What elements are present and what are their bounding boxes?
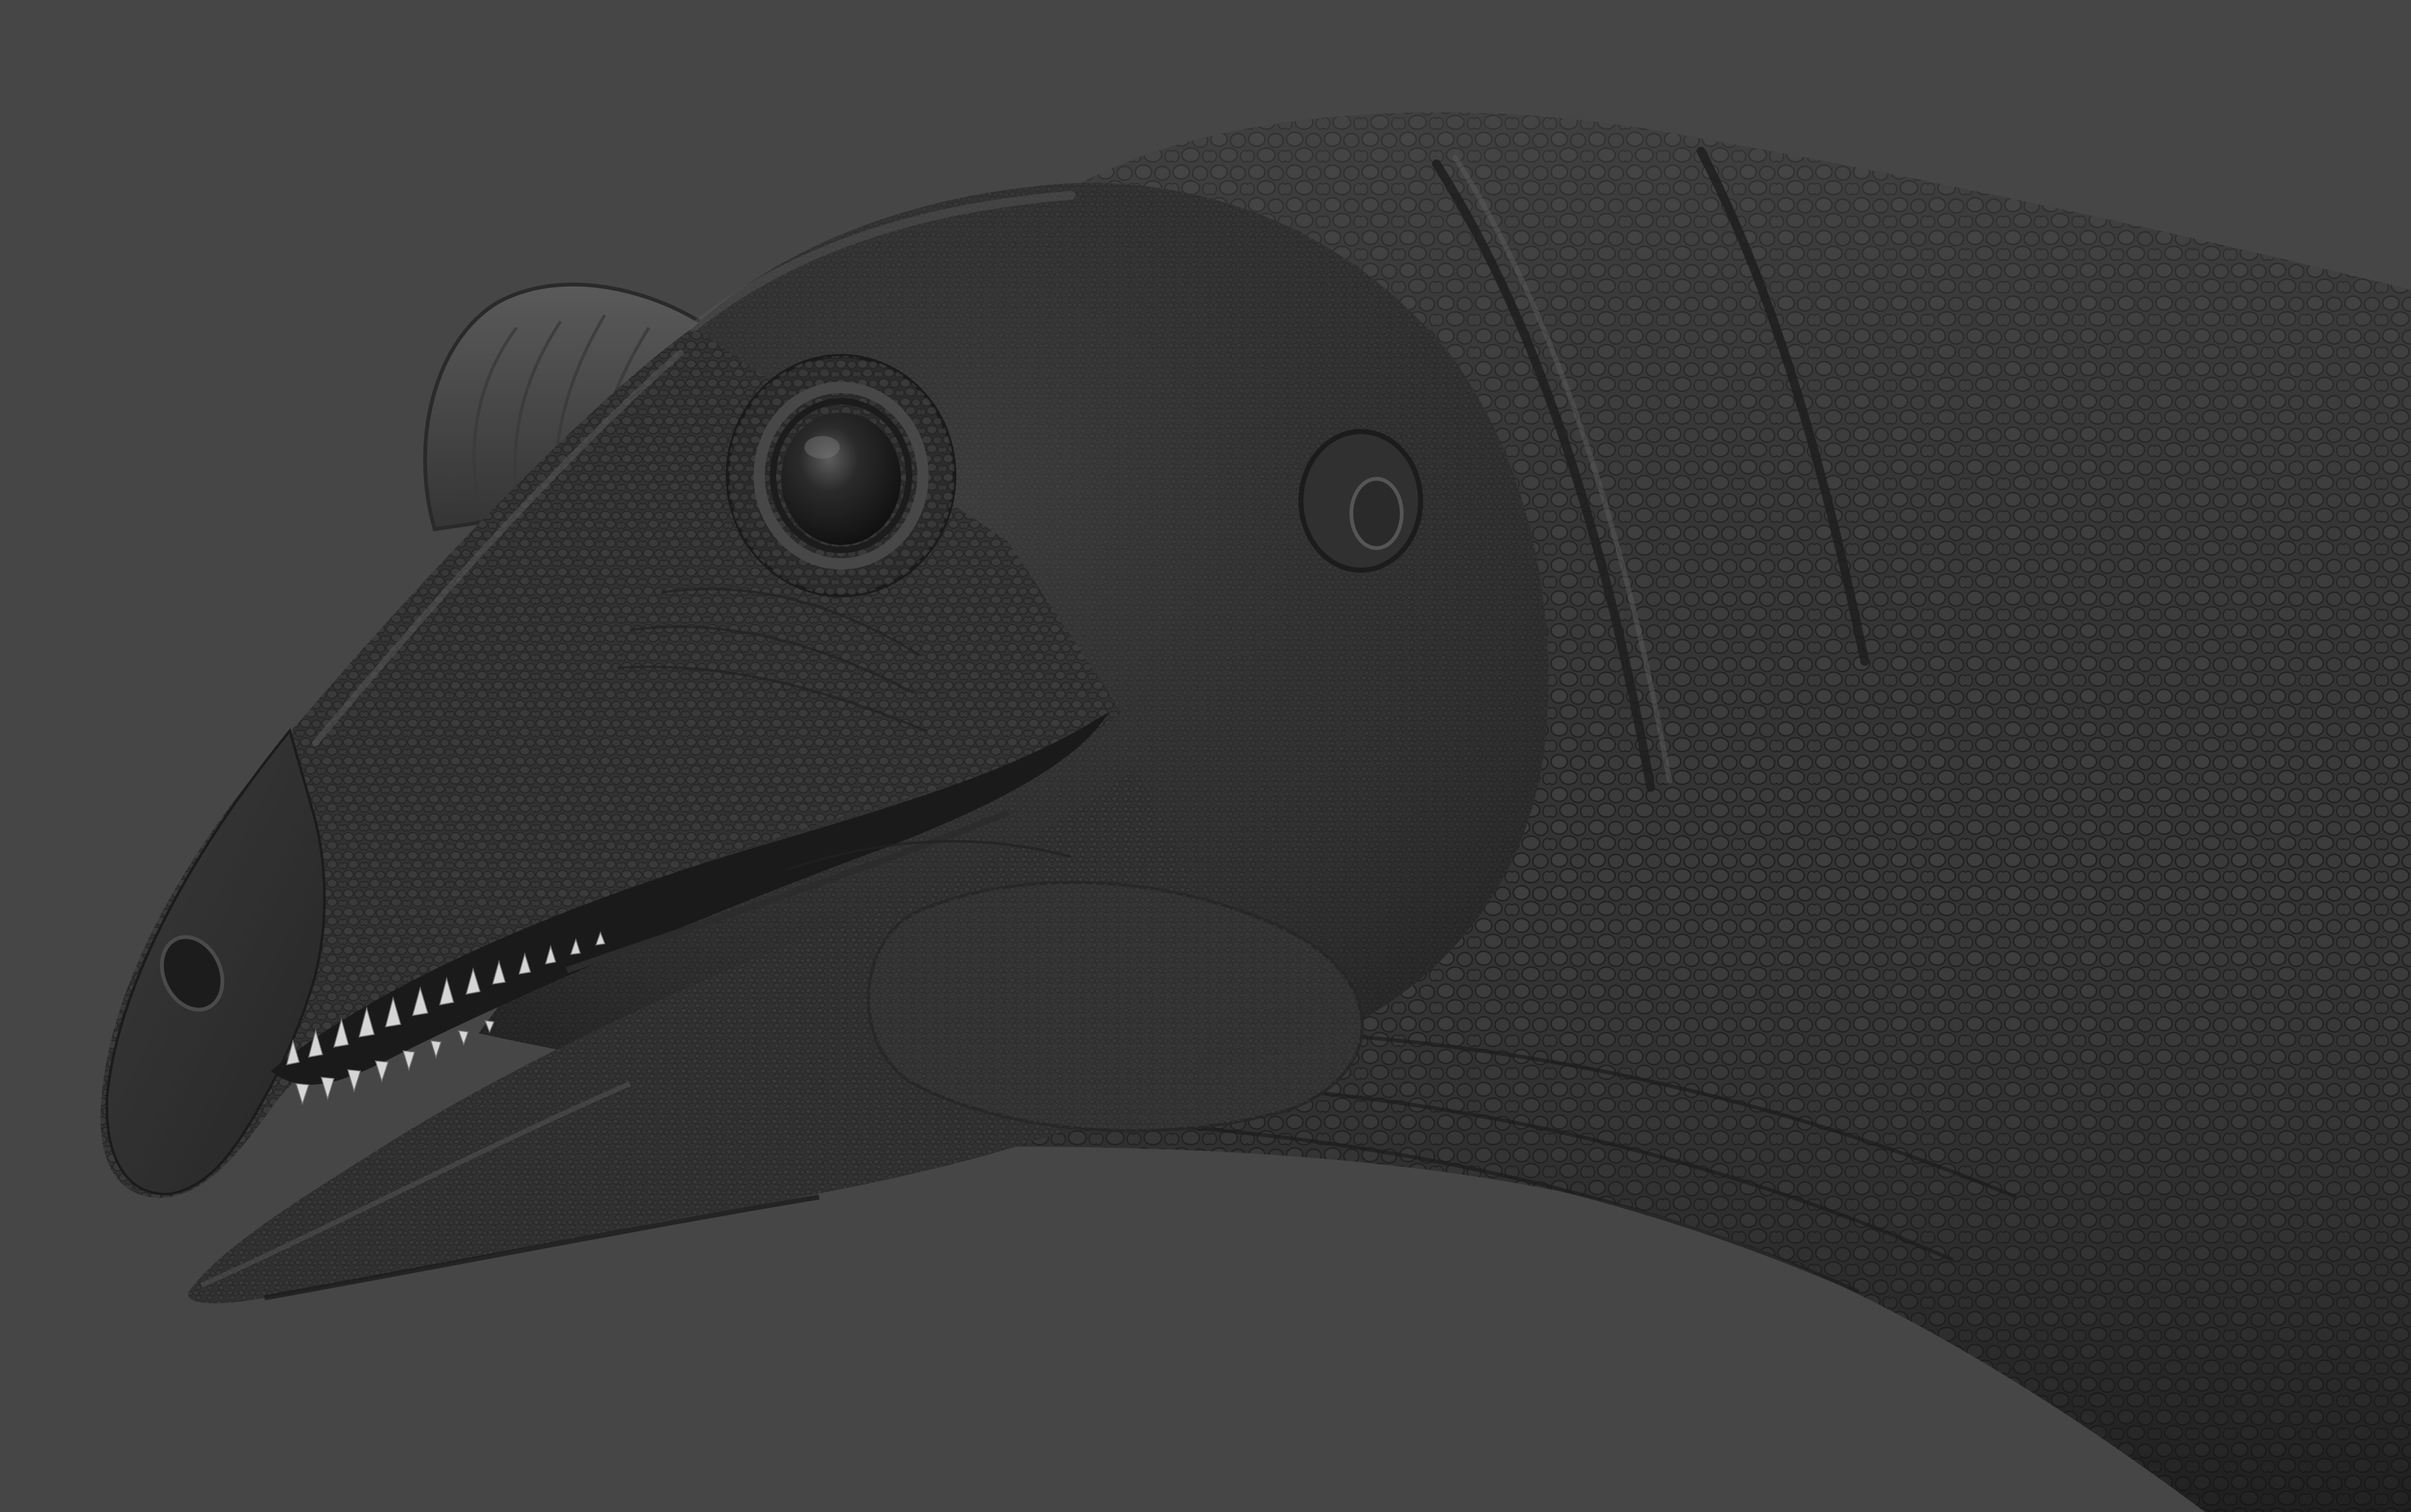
dinosaur-head-render xyxy=(0,0,2411,1512)
eyeball xyxy=(781,413,901,545)
sculpt-viewport xyxy=(0,0,2411,1512)
eye xyxy=(726,354,956,597)
ear-opening xyxy=(1298,429,1423,573)
